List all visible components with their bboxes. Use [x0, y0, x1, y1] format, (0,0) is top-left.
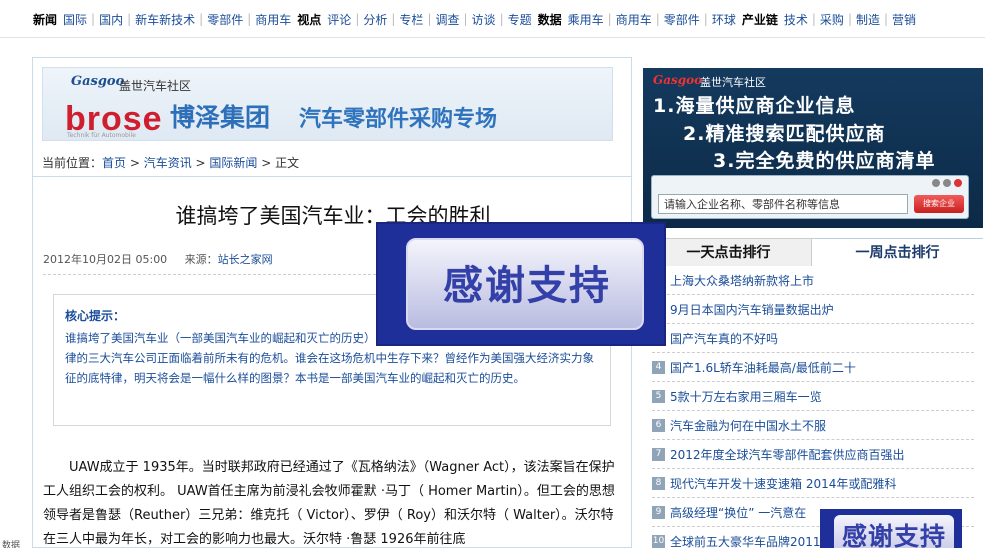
- ranking-item[interactable]: 7 2012年度全球汽车零部件配套供应商百强出: [652, 440, 974, 469]
- thanks-text-small: 感谢支持: [841, 522, 946, 548]
- ranking-title[interactable]: 国产汽车真的不好吗: [670, 330, 778, 347]
- nav-item[interactable]: 专栏: [396, 11, 426, 28]
- ranking-title[interactable]: 高级经理“换位” 一汽意在: [670, 504, 806, 521]
- ad-line-3: 3.完全免费的供应商清单: [713, 150, 936, 172]
- nav-item[interactable]: 采购: [817, 11, 847, 28]
- breadcrumb-prefix: 当前位置：: [42, 156, 103, 170]
- minimize-dot-icon: [932, 179, 940, 187]
- ranking-number: 6: [652, 418, 665, 432]
- ranking-number: 9: [652, 505, 665, 519]
- thanks-text: 感谢支持: [443, 263, 611, 309]
- article-date: 2012年10月02日 05:00: [43, 253, 168, 266]
- brose-logo: brose: [65, 100, 163, 138]
- ranking-title[interactable]: 上海大众桑塔纳新款将上市: [670, 272, 814, 289]
- breadcrumb-sep: >: [126, 156, 144, 170]
- thanks-popup[interactable]: 感谢支持: [376, 222, 666, 346]
- maximize-dot-icon: [943, 179, 951, 187]
- close-dot-icon: [954, 179, 962, 187]
- ranking-tabs: 一天点击排行 一周点击排行: [645, 238, 983, 266]
- nav-item[interactable]: 零部件: [661, 11, 703, 28]
- nav-item[interactable]: 专题: [505, 11, 535, 28]
- nav-item[interactable]: 乘用车: [565, 11, 607, 28]
- ad-community: 盖世汽车社区: [700, 76, 766, 89]
- breadcrumb-current: 正文: [275, 156, 300, 170]
- supplier-search-button[interactable]: 搜索企业: [914, 195, 964, 213]
- ranking-number: 5: [652, 389, 665, 403]
- ranking-number: 7: [652, 447, 665, 461]
- ranking-title[interactable]: 9月日本国内汽车销量数据出炉: [670, 301, 834, 318]
- banner-community: 盖世汽车社区: [119, 79, 192, 93]
- article-meta: 2012年10月02日 05:00 来源：站长之家网: [43, 251, 273, 267]
- supplier-ad[interactable]: Gasgoo 盖世汽车社区 1.海量供应商企业信息 2.精准搜索匹配供应商 3.…: [643, 68, 983, 228]
- brose-subtitle: Technik für Automobile: [67, 132, 136, 139]
- supplier-search-input[interactable]: 请输入企业名称、零部件名称等信息: [658, 194, 908, 214]
- nav-item[interactable]: 评论: [324, 11, 354, 28]
- ad-search-box: 请输入企业名称、零部件名称等信息 搜索企业: [651, 175, 969, 219]
- gasgoo-logo: Gasgoo: [71, 74, 125, 89]
- ad-line-2: 2.精准搜索匹配供应商: [683, 123, 886, 145]
- source-link[interactable]: 站长之家网: [218, 253, 273, 266]
- ranking-item[interactable]: 4 国产1.6L轿车油耗最高/最低前二十: [652, 353, 974, 382]
- banner-slogan: 汽车零部件采购专场: [299, 107, 498, 132]
- nav-item[interactable]: 新闻: [30, 11, 60, 28]
- ranking-title[interactable]: 国产1.6L轿车油耗最高/最低前二十: [670, 359, 856, 376]
- tab-weekly-ranking[interactable]: 一周点击排行: [812, 238, 983, 266]
- breadcrumb-sep: >: [191, 156, 210, 170]
- ranking-title[interactable]: 2012年度全球汽车零部件配套供应商百强出: [670, 446, 905, 463]
- nav-item[interactable]: 环球: [709, 11, 739, 28]
- banner-group-name: 博泽集团: [170, 103, 271, 132]
- ranking-title[interactable]: 5款十万左右家用三厢车一览: [670, 388, 822, 405]
- breadcrumb-intl-news[interactable]: 国际新闻: [209, 156, 257, 170]
- ranking-number: 10: [652, 534, 665, 548]
- nav-item[interactable]: 商用车: [613, 11, 655, 28]
- source-label: 来源：: [184, 253, 218, 266]
- nav-item[interactable]: 零部件: [204, 11, 246, 28]
- ranking-list: 1上海大众桑塔纳新款将上市29月日本国内汽车销量数据出炉3国产汽车真的不好吗 4国…: [652, 266, 974, 548]
- ranking-title[interactable]: 现代汽车开发十速变速箱 2014年或配雅科: [670, 475, 896, 492]
- nav-item[interactable]: 视点: [294, 11, 324, 28]
- article-body: UAW成立于 1935年。当时联邦政府已经通过了《瓦格纳法》（Wagner Ac…: [43, 460, 615, 547]
- nav-item[interactable]: 访谈: [469, 11, 499, 28]
- ranking-item[interactable]: 6 汽车金融为何在中国水土不服: [652, 411, 974, 440]
- divider: [33, 176, 631, 177]
- nav-item[interactable]: 制造: [853, 11, 883, 28]
- breadcrumb-auto-news[interactable]: 汽车资讯: [144, 156, 192, 170]
- ranking-item[interactable]: 29月日本国内汽车销量数据出炉: [652, 295, 974, 324]
- ranking-title[interactable]: 汽车金融为何在中国水土不服: [670, 417, 826, 434]
- breadcrumb-sep: >: [257, 156, 276, 170]
- ranking-title[interactable]: 全球前五大豪华车品牌2011年: [670, 533, 833, 548]
- nav-item[interactable]: 分析: [360, 11, 390, 28]
- gasgoo-logo: Gasgoo: [653, 73, 703, 87]
- nav-item[interactable]: 国内: [96, 11, 126, 28]
- nav-item[interactable]: 国际: [60, 11, 90, 28]
- nav-item[interactable]: 数据: [535, 11, 565, 28]
- nav-item[interactable]: 新车新技术: [132, 11, 198, 28]
- nav-item[interactable]: 产业链: [739, 11, 781, 28]
- nav-item[interactable]: 商用车: [252, 11, 294, 28]
- ad-line-1: 1.海量供应商企业信息: [653, 95, 856, 117]
- nav-item[interactable]: 调查: [432, 11, 462, 28]
- thanks-popup-small-inner: 感谢支持: [834, 515, 954, 548]
- corner-label: 数据: [0, 538, 23, 548]
- thanks-popup-small[interactable]: 感谢支持: [820, 509, 962, 548]
- breadcrumb-home[interactable]: 首页: [102, 156, 126, 170]
- nav-item[interactable]: 营销: [889, 11, 919, 28]
- top-nav: 新闻 国际 | 国内 | 新车新技术 | 零部件 | 商用车 视点 评论 | 分析 | 专栏 | 调查 | 访谈 | 专题…: [0, 0, 985, 38]
- ranking-item[interactable]: 3国产汽车真的不好吗: [652, 324, 974, 353]
- thanks-popup-inner: 感谢支持: [406, 238, 644, 330]
- ranking-item[interactable]: 5 5款十万左右家用三厢车一览: [652, 382, 974, 411]
- brose-banner[interactable]: Gasgoo 盖世汽车社区 brose Technik für Automobi…: [42, 67, 613, 141]
- nav-list: 新闻 国际 | 国内 | 新车新技术 | 零部件 | 商用车 视点 评论 | 分析 | 专栏 | 调查 | 访谈 | 专题…: [0, 0, 985, 38]
- ranking-item[interactable]: 8 现代汽车开发十速变速箱 2014年或配雅科: [652, 469, 974, 498]
- tab-daily-ranking[interactable]: 一天点击排行: [645, 238, 812, 266]
- nav-item[interactable]: 技术: [781, 11, 811, 28]
- breadcrumb: 当前位置：首页 > 汽车资讯 > 国际新闻 > 正文: [42, 154, 622, 171]
- window-controls: [932, 179, 962, 187]
- ranking-number: 8: [652, 476, 665, 490]
- ranking-item[interactable]: 1上海大众桑塔纳新款将上市: [652, 266, 974, 295]
- ranking-number: 4: [652, 360, 665, 374]
